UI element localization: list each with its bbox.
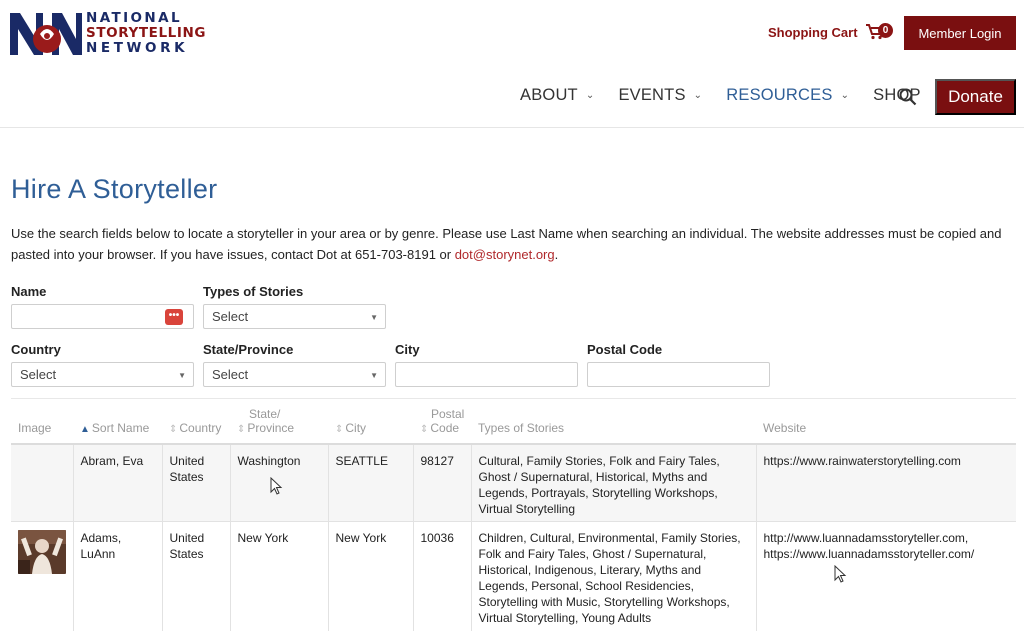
caret-down-icon: ▼ bbox=[370, 313, 378, 322]
cell-website: http://www.luannadamsstoryteller.com, ht… bbox=[756, 521, 1016, 631]
cell-country: United States bbox=[162, 521, 231, 631]
cell-state: New York bbox=[230, 521, 329, 631]
logo-line-national: NATIONAL bbox=[86, 10, 182, 26]
cell-name: Adams, LuAnn bbox=[73, 521, 163, 631]
col-header-city[interactable]: ⇕ City bbox=[328, 398, 413, 445]
types-filter-select[interactable]: Select ▼ bbox=[203, 304, 386, 329]
nav-label-resources: RESOURCES bbox=[726, 86, 833, 104]
col-header-types: Types of Stories bbox=[471, 398, 756, 445]
table-row: Adams, LuAnn United States New York New … bbox=[11, 521, 1016, 631]
col-header-postal[interactable]: Postal ⇕ Code bbox=[413, 398, 471, 445]
cell-website: https://www.rainwaterstorytelling.com bbox=[756, 444, 1016, 522]
cell-postal: 10036 bbox=[413, 521, 472, 631]
shopping-cart-link[interactable]: Shopping Cart bbox=[768, 24, 884, 40]
nav-item-resources[interactable]: RESOURCES ⌄ bbox=[726, 86, 849, 105]
table-row: Abram, Eva United States Washington SEAT… bbox=[11, 444, 1016, 522]
postal-filter-input[interactable] bbox=[587, 362, 770, 387]
member-login-button[interactable]: Member Login bbox=[904, 16, 1016, 50]
cell-name: Abram, Eva bbox=[73, 444, 163, 522]
state-filter-select[interactable]: Select ▼ bbox=[203, 362, 386, 387]
mouse-cursor-icon bbox=[270, 477, 283, 495]
more-options-icon[interactable]: ••• bbox=[165, 309, 183, 325]
col-header-website: Website bbox=[756, 398, 1016, 445]
nav-label-about: ABOUT bbox=[520, 86, 578, 104]
cell-types: Cultural, Family Stories, Folk and Fairy… bbox=[471, 444, 757, 522]
chevron-down-icon: ⌄ bbox=[585, 90, 595, 101]
sort-both-icon: ⇕ bbox=[420, 424, 429, 435]
name-filter-input[interactable]: ••• bbox=[11, 304, 194, 329]
cell-image bbox=[11, 521, 74, 631]
search-icon[interactable] bbox=[899, 88, 917, 106]
header-divider bbox=[0, 127, 1024, 128]
cell-postal: 98127 bbox=[413, 444, 472, 522]
main-nav: ABOUT ⌄ EVENTS ⌄ RESOURCES ⌄ SHOP bbox=[520, 86, 945, 105]
col-header-sort-name[interactable]: ▲ Sort Name bbox=[73, 398, 162, 445]
col-header-image-label: Image bbox=[18, 421, 52, 435]
sort-asc-icon: ▲ bbox=[80, 424, 90, 435]
logo-wordmark: NATIONAL STORYTELLING NETWORK bbox=[86, 11, 206, 56]
cell-city: SEATTLE bbox=[328, 444, 414, 522]
storyteller-avatar bbox=[18, 529, 66, 574]
cell-country: United States bbox=[162, 444, 231, 522]
col-header-postal-line2: Code bbox=[430, 421, 460, 435]
chevron-down-icon: ⌄ bbox=[693, 90, 703, 101]
cell-types: Children, Cultural, Environmental, Famil… bbox=[471, 521, 757, 631]
col-header-country-label: Country bbox=[179, 421, 222, 435]
donate-button[interactable]: Donate bbox=[935, 79, 1016, 115]
shopping-cart-label: Shopping Cart bbox=[768, 24, 858, 40]
country-filter-value: Select bbox=[20, 367, 57, 382]
nav-item-about[interactable]: ABOUT ⌄ bbox=[520, 86, 594, 105]
col-header-postal-line1: Postal bbox=[431, 407, 465, 421]
cell-image bbox=[11, 444, 74, 522]
col-header-website-label: Website bbox=[763, 421, 807, 435]
col-header-state[interactable]: State/⇕ Province bbox=[230, 398, 328, 445]
col-header-image: Image bbox=[11, 398, 73, 445]
types-filter-value: Select bbox=[212, 309, 249, 324]
col-header-sort-name-label: Sort Name bbox=[91, 421, 150, 435]
caret-down-icon: ▼ bbox=[178, 371, 186, 380]
city-filter-label: City bbox=[395, 342, 420, 357]
logo-line-storytelling: STORYTELLING bbox=[86, 25, 207, 41]
sort-both-icon: ⇕ bbox=[237, 424, 246, 435]
name-filter-label: Name bbox=[11, 284, 47, 299]
col-header-state-line2: Province bbox=[247, 421, 295, 435]
postal-filter-label: Postal Code bbox=[587, 342, 663, 357]
page-title: Hire A Storyteller bbox=[11, 174, 218, 204]
contact-email-link[interactable]: dot@storynet.org bbox=[455, 247, 555, 262]
sort-both-icon: ⇕ bbox=[169, 424, 178, 435]
nav-item-events[interactable]: EVENTS ⌄ bbox=[618, 86, 702, 105]
table-header-row: Image ▲ Sort Name ⇕ Country State/⇕ Provinc… bbox=[11, 398, 1016, 445]
city-filter-input[interactable] bbox=[395, 362, 578, 387]
col-header-types-label: Types of Stories bbox=[478, 421, 565, 435]
col-header-state-line1: State/ bbox=[249, 407, 281, 421]
state-filter-value: Select bbox=[212, 367, 249, 382]
sort-both-icon: ⇕ bbox=[335, 424, 344, 435]
intro-end: . bbox=[554, 247, 559, 262]
chevron-down-icon: ⌄ bbox=[840, 90, 850, 101]
state-filter-label: State/Province bbox=[203, 342, 294, 357]
site-logo[interactable]: NATIONAL STORYTELLING NETWORK bbox=[10, 9, 205, 57]
mouse-cursor-icon bbox=[834, 565, 847, 583]
caret-down-icon: ▼ bbox=[370, 371, 378, 380]
cell-city: New York bbox=[328, 521, 414, 631]
cart-count-badge: 0 bbox=[878, 23, 893, 38]
country-filter-select[interactable]: Select ▼ bbox=[11, 362, 194, 387]
types-filter-label: Types of Stories bbox=[203, 284, 304, 299]
logo-line-network: NETWORK bbox=[86, 40, 189, 56]
country-filter-label: Country bbox=[11, 342, 61, 357]
col-header-city-label: City bbox=[345, 421, 367, 435]
nav-label-events: EVENTS bbox=[618, 86, 686, 104]
col-header-country[interactable]: ⇕ Country bbox=[162, 398, 230, 445]
nsn-logo-mark-icon bbox=[10, 13, 82, 55]
storyteller-table: Image ▲ Sort Name ⇕ Country State/⇕ Provinc… bbox=[11, 398, 1016, 631]
intro-text: Use the search fields below to locate a … bbox=[11, 223, 1016, 265]
